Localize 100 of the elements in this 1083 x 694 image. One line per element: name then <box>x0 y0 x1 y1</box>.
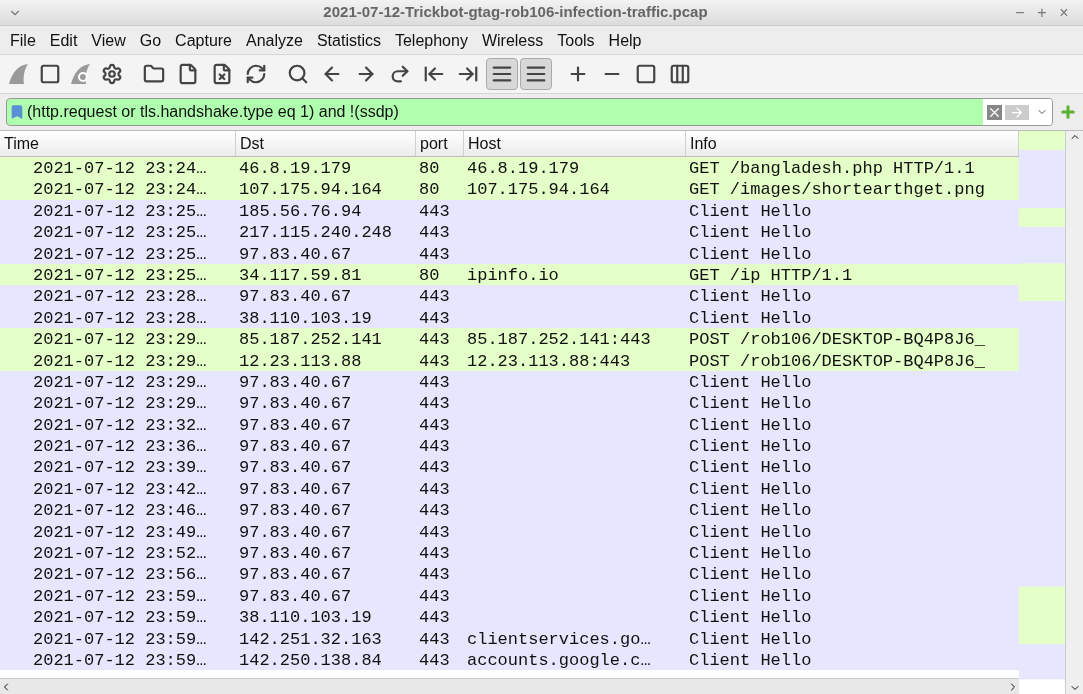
menu-item[interactable]: Analyze <box>246 29 303 53</box>
destination-cell: 97.83.40.67 <box>239 458 352 478</box>
packet-row[interactable]: 2021-07-12 23:42… 97.83.40.67 443 Client Hello <box>0 477 1019 500</box>
time-cell: 2021-07-12 23:46… <box>33 501 207 521</box>
window-control[interactable]: × <box>1053 0 1075 25</box>
menu-item[interactable]: Statistics <box>316 29 381 53</box>
packet-row[interactable]: 2021-07-12 23:59… 38.110.103.19 443 Client Hello <box>0 606 1019 628</box>
host-cell: 12.23.113.88:443 <box>467 351 631 371</box>
info-cell: GET /images/shortearthget.png <box>689 180 985 200</box>
bookmark-icon[interactable] <box>9 104 25 120</box>
display-filter-field[interactable]: (http.request or tls.handshake.type eq 1) and !(ssdp) <box>6 98 1053 126</box>
packet-row[interactable]: 2021-07-12 23:29… 97.83.40.67 443 Client Hello <box>0 392 1019 414</box>
time-cell: 2021-07-12 23:39… <box>33 458 207 478</box>
packet-row[interactable]: 2021-07-12 23:25… 34.117.59.81 80 ipinfo.io GET /ip HTTP/1.1 <box>0 263 1019 286</box>
port-cell: 443 <box>419 351 450 371</box>
port-cell: 80 <box>419 180 440 200</box>
packet-row[interactable]: 2021-07-12 23:29… 85.187.252.141 443 85.187.252.141:443 POST /rob106/DESKTOP-BQ4P8J6_ <box>0 328 1019 350</box>
port-cell: 443 <box>419 608 450 628</box>
port-cell: 443 <box>419 308 450 328</box>
time-cell: 2021-07-12 23:59… <box>33 629 207 649</box>
destination-cell: 142.251.32.163 <box>239 629 382 649</box>
port-cell: 443 <box>419 287 450 307</box>
time-cell: 2021-07-12 23:29… <box>33 394 207 414</box>
destination-cell: 185.56.76.94 <box>239 201 362 221</box>
destination-cell: 97.83.40.67 <box>239 501 352 521</box>
info-cell: Client Hello <box>689 565 812 585</box>
horizontal-scrollbar[interactable] <box>0 678 1019 694</box>
host-column-header[interactable]: Host <box>464 131 686 156</box>
packet-row[interactable]: 2021-07-12 23:32… 97.83.40.67 443 Client Hello <box>0 413 1019 436</box>
window-control[interactable]: − <box>1009 0 1031 25</box>
packet-row[interactable]: 2021-07-12 23:28… 38.110.103.19 443 Client Hello <box>0 306 1019 329</box>
packet-row[interactable]: 2021-07-12 23:39… 97.83.40.67 443 Client Hello <box>0 456 1019 478</box>
packet-row[interactable]: 2021-07-12 23:59… 97.83.40.67 443 Client Hello <box>0 584 1019 607</box>
time-cell: 2021-07-12 23:29… <box>33 351 207 371</box>
colorize-lines-icon[interactable] <box>520 58 552 90</box>
port-cell: 443 <box>419 629 450 649</box>
clear-icon[interactable] <box>987 104 1002 120</box>
destination-cell: 97.83.40.67 <box>239 586 352 606</box>
packet-row[interactable]: 2021-07-12 23:59… 142.250.138.84 443 accounts.google.c… Client Hello <box>0 649 1019 671</box>
packet-row[interactable]: 2021-07-12 23:52… 97.83.40.67 443 Client Hello <box>0 542 1019 564</box>
time-column-header[interactable]: Time <box>0 131 236 156</box>
menu-item[interactable]: Telephony <box>394 29 468 53</box>
time-cell: 2021-07-12 23:49… <box>33 522 207 542</box>
menu-item[interactable]: File <box>10 29 36 53</box>
destination-cell: 97.83.40.67 <box>239 372 352 392</box>
time-cell: 2021-07-12 23:29… <box>33 330 207 350</box>
info-cell: Client Hello <box>689 201 812 221</box>
time-cell: 2021-07-12 23:32… <box>33 415 207 435</box>
destination-cell: 97.83.40.67 <box>239 287 352 307</box>
port-cell: 443 <box>419 437 450 457</box>
host-cell: accounts.google.c… <box>467 651 651 670</box>
info-cell: POST /rob106/DESKTOP-BQ4P8J6_ <box>689 330 985 350</box>
packet-row[interactable]: 2021-07-12 23:25… 217.115.240.248 443 Client Hello <box>0 221 1019 243</box>
vertical-scrollbar[interactable] <box>1065 131 1083 694</box>
autoscroll-lines-icon[interactable] <box>486 58 518 90</box>
menu-item[interactable]: Edit <box>49 29 78 53</box>
destination-cell: 38.110.103.19 <box>239 308 372 328</box>
destination-cell: 12.23.113.88 <box>239 351 362 371</box>
menu-item[interactable]: Wireless <box>481 29 544 53</box>
packet-row[interactable]: 2021-07-12 23:56… 97.83.40.67 443 Client Hello <box>0 563 1019 585</box>
info-cell: Client Hello <box>689 308 812 328</box>
info-cell: Client Hello <box>689 586 812 606</box>
port-cell: 80 <box>419 159 440 178</box>
info-cell: Client Hello <box>689 479 812 499</box>
menu-item[interactable]: Help <box>608 29 642 53</box>
port-cell: 443 <box>419 522 450 542</box>
port-cell: 443 <box>419 415 450 435</box>
menu-item[interactable]: Capture <box>175 29 232 53</box>
packet-row[interactable]: 2021-07-12 23:24… 107.175.94.164 80 107.175.94.164 GET /images/shortearthget.png <box>0 178 1019 200</box>
menu-item[interactable]: Tools <box>557 29 595 53</box>
info-cell: Client Hello <box>689 372 812 392</box>
destination-cell: 217.115.240.248 <box>239 223 393 243</box>
destination-column-header[interactable]: Dst <box>236 131 416 156</box>
packet-row[interactable]: 2021-07-12 23:46… 97.83.40.67 443 Client Hello <box>0 499 1019 521</box>
menu-item[interactable]: View <box>91 29 126 53</box>
packet-row[interactable]: 2021-07-12 23:49… 97.83.40.67 443 Client Hello <box>0 520 1019 543</box>
time-cell: 2021-07-12 23:25… <box>33 223 207 243</box>
filter-text: (http.request or tls.handshake.type eq 1) and !(ssdp) <box>27 102 400 122</box>
window-control[interactable]: + <box>1031 0 1053 25</box>
info-cell: Client Hello <box>689 437 812 457</box>
packet-row[interactable]: 2021-07-12 23:25… 97.83.40.67 443 Client Hello <box>0 242 1019 264</box>
packet-row[interactable]: 2021-07-12 23:28… 97.83.40.67 443 Client Hello <box>0 285 1019 307</box>
menu-item[interactable]: Go <box>139 29 162 53</box>
packet-row[interactable]: 2021-07-12 23:36… 97.83.40.67 443 Client Hello <box>0 435 1019 457</box>
packet-row[interactable]: 2021-07-12 23:29… 97.83.40.67 443 Client Hello <box>0 370 1019 393</box>
info-cell: Client Hello <box>689 651 812 670</box>
port-cell: 443 <box>419 244 450 264</box>
destination-cell: 97.83.40.67 <box>239 565 352 585</box>
packet-row[interactable]: 2021-07-12 23:25… 185.56.76.94 443 Client Hello <box>0 199 1019 222</box>
info-cell: Client Hello <box>689 394 812 414</box>
info-cell: Client Hello <box>689 458 812 478</box>
packet-row[interactable]: 2021-07-12 23:59… 142.251.32.163 443 clientservices.go… Client Hello <box>0 627 1019 649</box>
port-column-header[interactable]: port <box>416 131 464 156</box>
port-cell: 443 <box>419 544 450 564</box>
time-cell: 2021-07-12 23:25… <box>33 265 207 285</box>
info-cell: Client Hello <box>689 629 812 649</box>
packet-row[interactable]: 2021-07-12 23:24… 46.8.19.179 80 46.8.19.179 GET /bangladesh.php HTTP/1.1 <box>0 157 1019 179</box>
packet-row[interactable]: 2021-07-12 23:29… 12.23.113.88 443 12.23.113.88:443 POST /rob106/DESKTOP-BQ4P8J6_ <box>0 349 1019 371</box>
port-cell: 443 <box>419 223 450 243</box>
info-cell: Client Hello <box>689 415 812 435</box>
